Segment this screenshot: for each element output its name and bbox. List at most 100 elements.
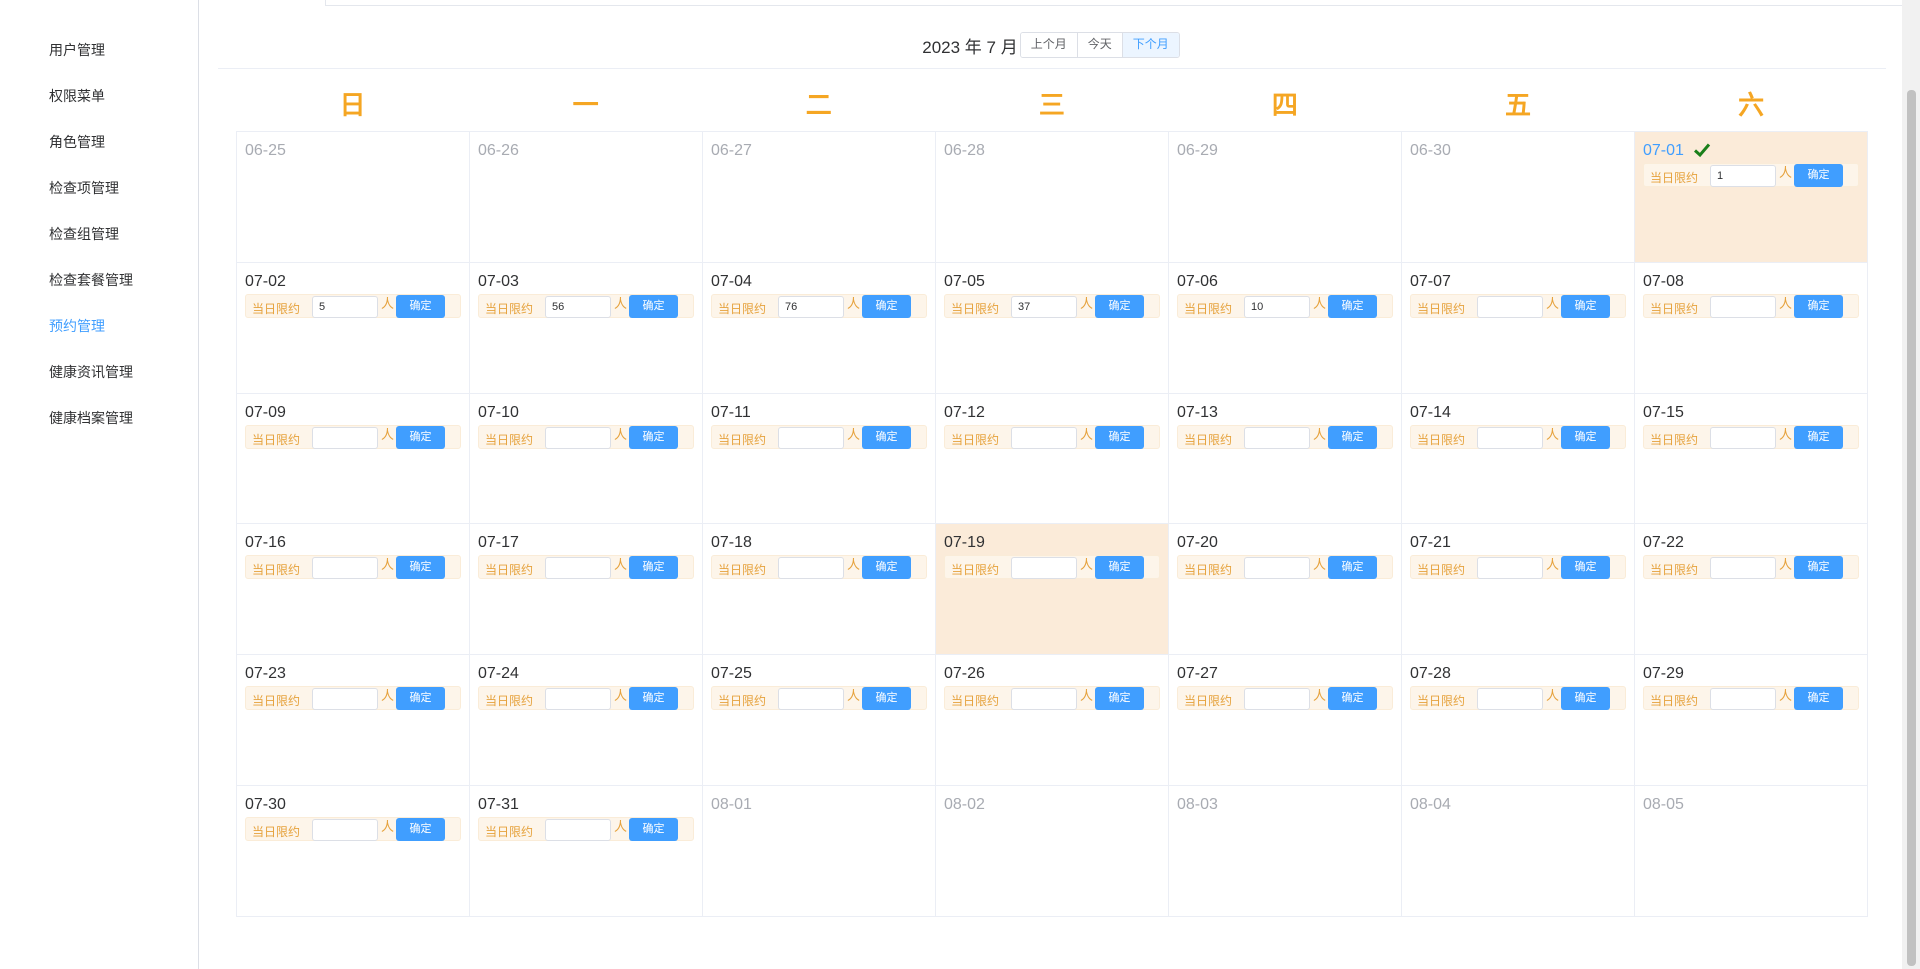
calendar-day-cell[interactable]: 07-17 当日限约 人确定 [470, 524, 703, 656]
confirm-button[interactable]: 确定 [1794, 425, 1843, 449]
calendar-day-cell[interactable]: 07-03 当日限约 人确定 [470, 262, 703, 394]
daily-limit-input[interactable] [1011, 426, 1077, 449]
daily-limit-input[interactable] [545, 819, 611, 842]
calendar-day-cell[interactable]: 07-29 当日限约 人确定 [1635, 655, 1868, 787]
calendar-day-cell[interactable]: 07-24 当日限约 人确定 [470, 655, 703, 787]
daily-limit-input[interactable] [1477, 557, 1543, 580]
daily-limit-input[interactable] [545, 295, 611, 318]
calendar-day-cell[interactable]: 07-28 当日限约 人确定 [1402, 655, 1635, 787]
confirm-button[interactable]: 确定 [1561, 556, 1610, 580]
daily-limit-input[interactable] [778, 426, 844, 449]
daily-limit-input[interactable] [1011, 688, 1077, 711]
calendar-day-cell[interactable]: 07-13 当日限约 人确定 [1169, 393, 1402, 525]
confirm-button[interactable]: 确定 [1328, 294, 1377, 318]
confirm-button[interactable]: 确定 [1794, 556, 1843, 580]
sidebar-item[interactable]: 权限菜单 [49, 86, 105, 106]
calendar-day-cell[interactable]: 07-27 当日限约 人确定 [1169, 655, 1402, 787]
calendar-day-cell[interactable]: 07-06 当日限约 人确定 [1169, 262, 1402, 394]
calendar-day-cell[interactable]: 06-28 [936, 132, 1169, 263]
calendar-day-cell[interactable]: 07-02 当日限约 人确定 [237, 262, 470, 394]
calendar-day-cell[interactable]: 07-15 当日限约 人确定 [1635, 393, 1868, 525]
prev-month-button[interactable]: 上个月 [1020, 33, 1078, 57]
calendar-day-cell[interactable]: 07-08 当日限约 人确定 [1635, 262, 1868, 394]
sidebar-item[interactable]: 角色管理 [49, 132, 105, 152]
daily-limit-input[interactable] [312, 295, 378, 318]
daily-limit-input[interactable] [1477, 295, 1543, 318]
daily-limit-input[interactable] [778, 557, 844, 580]
daily-limit-input[interactable] [545, 426, 611, 449]
sidebar-item[interactable]: 用户管理 [49, 40, 105, 60]
confirm-button[interactable]: 确定 [862, 687, 911, 711]
daily-limit-input[interactable] [778, 295, 844, 318]
daily-limit-input[interactable] [312, 688, 378, 711]
daily-limit-input[interactable] [1477, 426, 1543, 449]
next-month-button[interactable]: 下个月 [1122, 33, 1179, 57]
daily-limit-input[interactable] [1244, 688, 1310, 711]
sidebar-item[interactable]: 检查项管理 [49, 178, 119, 198]
calendar-day-cell[interactable]: 07-10 当日限约 人确定 [470, 393, 703, 525]
daily-limit-input[interactable] [312, 819, 378, 842]
calendar-day-cell[interactable]: 07-16 当日限约 人确定 [237, 524, 470, 656]
confirm-button[interactable]: 确定 [1095, 556, 1144, 580]
calendar-day-cell[interactable]: 08-03 [1169, 786, 1402, 917]
calendar-day-cell[interactable]: 06-29 [1169, 132, 1402, 263]
daily-limit-input[interactable] [312, 426, 378, 449]
calendar-day-cell[interactable]: 07-05 当日限约 人确定 [936, 262, 1169, 394]
calendar-day-cell[interactable]: 07-11 当日限约 人确定 [703, 393, 936, 525]
scrollbar-thumb[interactable] [1907, 90, 1916, 966]
confirm-button[interactable]: 确定 [1328, 556, 1377, 580]
daily-limit-input[interactable] [1710, 295, 1776, 318]
calendar-day-cell[interactable]: 07-31 当日限约 人确定 [470, 786, 703, 917]
confirm-button[interactable]: 确定 [629, 818, 678, 842]
sidebar-item[interactable]: 健康档案管理 [49, 408, 133, 428]
calendar-day-cell[interactable]: 06-27 [703, 132, 936, 263]
confirm-button[interactable]: 确定 [629, 556, 678, 580]
calendar-day-cell[interactable]: 06-25 [237, 132, 470, 263]
confirm-button[interactable]: 确定 [1095, 425, 1144, 449]
calendar-day-cell[interactable]: 07-26 当日限约 人确定 [936, 655, 1169, 787]
confirm-button[interactable]: 确定 [1095, 687, 1144, 711]
confirm-button[interactable]: 确定 [1561, 425, 1610, 449]
confirm-button[interactable]: 确定 [629, 294, 678, 318]
daily-limit-input[interactable] [778, 688, 844, 711]
daily-limit-input[interactable] [1710, 165, 1776, 187]
confirm-button[interactable]: 确定 [629, 687, 678, 711]
calendar-day-cell[interactable]: 08-01 [703, 786, 936, 917]
calendar-day-cell[interactable]: 07-19 当日限约 人确定 [936, 524, 1169, 656]
calendar-day-cell[interactable]: 07-25 当日限约 人确定 [703, 655, 936, 787]
today-button[interactable]: 今天 [1077, 33, 1123, 57]
sidebar-item[interactable]: 预约管理 [49, 316, 105, 336]
confirm-button[interactable]: 确定 [396, 294, 445, 318]
confirm-button[interactable]: 确定 [1328, 687, 1377, 711]
daily-limit-input[interactable] [545, 688, 611, 711]
confirm-button[interactable]: 确定 [1095, 294, 1144, 318]
confirm-button[interactable]: 确定 [1561, 294, 1610, 318]
calendar-day-cell[interactable]: 07-14 当日限约 人确定 [1402, 393, 1635, 525]
confirm-button[interactable]: 确定 [1794, 687, 1843, 711]
daily-limit-input[interactable] [1011, 295, 1077, 318]
calendar-day-cell[interactable]: 08-05 [1635, 786, 1868, 917]
calendar-day-cell[interactable]: 07-23 当日限约 人确定 [237, 655, 470, 787]
calendar-day-cell[interactable]: 07-07 当日限约 人确定 [1402, 262, 1635, 394]
confirm-button[interactable]: 确定 [396, 425, 445, 449]
daily-limit-input[interactable] [1477, 688, 1543, 711]
confirm-button[interactable]: 确定 [1794, 164, 1843, 187]
confirm-button[interactable]: 确定 [629, 425, 678, 449]
calendar-day-cell[interactable]: 07-12 当日限约 人确定 [936, 393, 1169, 525]
confirm-button[interactable]: 确定 [396, 556, 445, 580]
calendar-day-cell[interactable]: 08-04 [1402, 786, 1635, 917]
sidebar-item[interactable]: 健康资讯管理 [49, 362, 133, 382]
calendar-day-cell[interactable]: 08-02 [936, 786, 1169, 917]
sidebar-item[interactable]: 检查套餐管理 [49, 270, 133, 290]
confirm-button[interactable]: 确定 [396, 818, 445, 842]
daily-limit-input[interactable] [1710, 426, 1776, 449]
confirm-button[interactable]: 确定 [862, 425, 911, 449]
sidebar-item[interactable]: 检查组管理 [49, 224, 119, 244]
daily-limit-input[interactable] [1710, 557, 1776, 580]
daily-limit-input[interactable] [1244, 557, 1310, 580]
calendar-day-cell[interactable]: 07-04 当日限约 人确定 [703, 262, 936, 394]
calendar-day-cell[interactable]: 07-18 当日限约 人确定 [703, 524, 936, 656]
daily-limit-input[interactable] [1710, 688, 1776, 711]
confirm-button[interactable]: 确定 [1794, 294, 1843, 318]
confirm-button[interactable]: 确定 [862, 556, 911, 580]
